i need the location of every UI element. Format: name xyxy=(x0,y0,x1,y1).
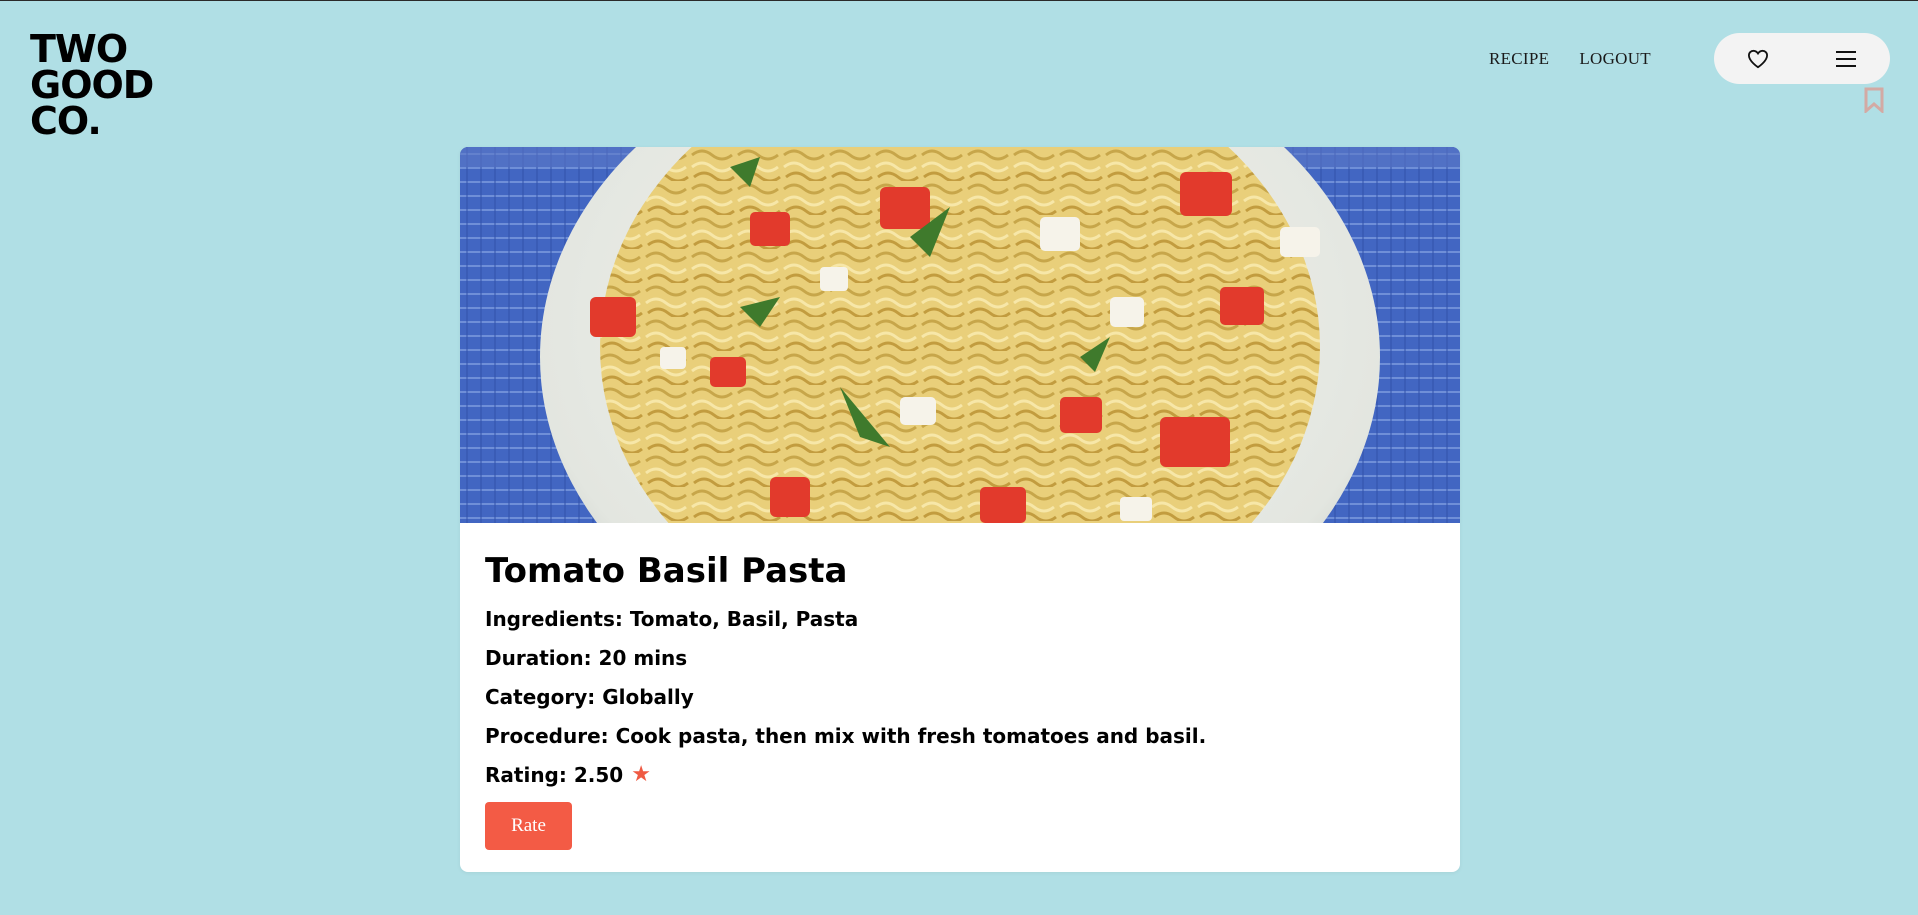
header-actions-pill xyxy=(1714,33,1890,84)
logo-line: GOOD xyxy=(30,63,154,107)
recipe-duration: Duration: 20 mins xyxy=(485,646,688,670)
rate-button[interactable]: Rate xyxy=(485,802,572,850)
pasta-image xyxy=(460,147,1460,523)
star-icon: ★ xyxy=(631,762,651,787)
recipe-card: Tomato Basil Pasta Ingredients: Tomato, … xyxy=(460,147,1460,872)
nav-recipe-link[interactable]: RECIPE xyxy=(1489,49,1549,69)
brand-logo[interactable]: TWO GOOD CO. xyxy=(30,27,154,143)
recipe-rating-row: Rating: 2.50 ★ xyxy=(485,763,1435,787)
recipe-category: Category: Globally xyxy=(485,685,694,709)
recipe-procedure: Procedure: Cook pasta, then mix with fre… xyxy=(485,724,1207,748)
recipe-details: Tomato Basil Pasta Ingredients: Tomato, … xyxy=(460,523,1460,850)
bookmark-icon[interactable] xyxy=(1864,87,1884,115)
recipe-ingredients: Ingredients: Tomato, Basil, Pasta xyxy=(485,607,859,631)
heart-icon[interactable] xyxy=(1744,45,1772,73)
logo-line: TWO xyxy=(30,27,128,71)
menu-icon[interactable] xyxy=(1832,45,1860,73)
nav-logout-link[interactable]: LOGOUT xyxy=(1579,49,1651,69)
logo-line: CO. xyxy=(30,99,102,143)
recipe-rating: Rating: 2.50 xyxy=(485,763,624,787)
top-nav: RECIPE LOGOUT xyxy=(1489,49,1651,69)
recipe-title: Tomato Basil Pasta xyxy=(485,551,848,591)
recipe-photo xyxy=(460,147,1460,523)
